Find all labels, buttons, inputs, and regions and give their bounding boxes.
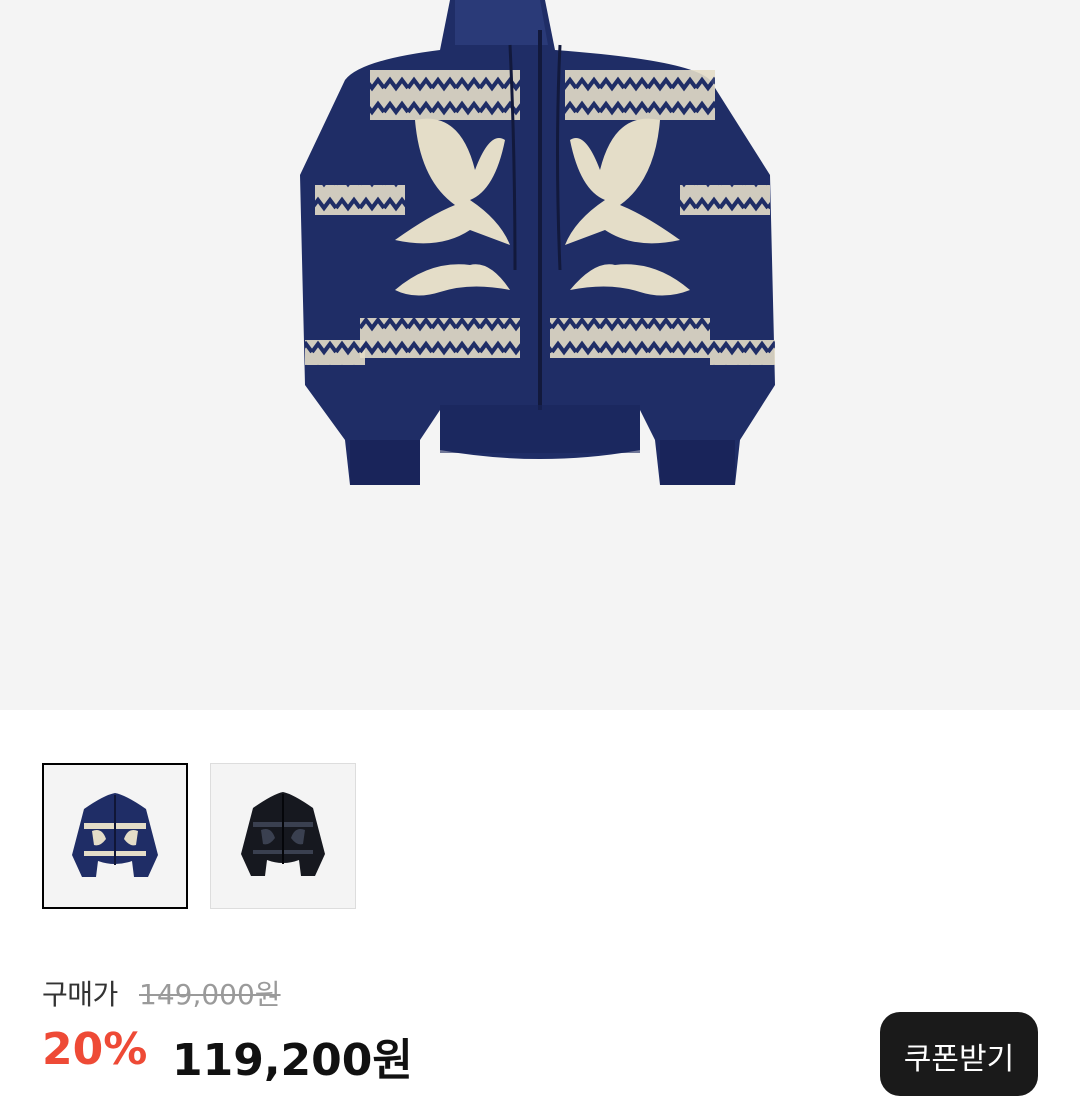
product-main-image[interactable] (0, 0, 1080, 710)
cardigan-illustration (300, 0, 775, 485)
sale-price: 119,200원 (172, 1035, 413, 1086)
coupon-button[interactable]: 쿠폰받기 (880, 1012, 1038, 1096)
thumbnail-navy[interactable] (42, 763, 188, 909)
price-label: 구매가 (42, 978, 118, 1011)
thumbnail-black-image (241, 792, 325, 876)
thumbnail-navy-image (72, 793, 158, 877)
thumbnail-black[interactable] (210, 763, 356, 909)
discount-rate: 20% (42, 1024, 148, 1075)
original-price: 149,000원 (139, 978, 281, 1011)
